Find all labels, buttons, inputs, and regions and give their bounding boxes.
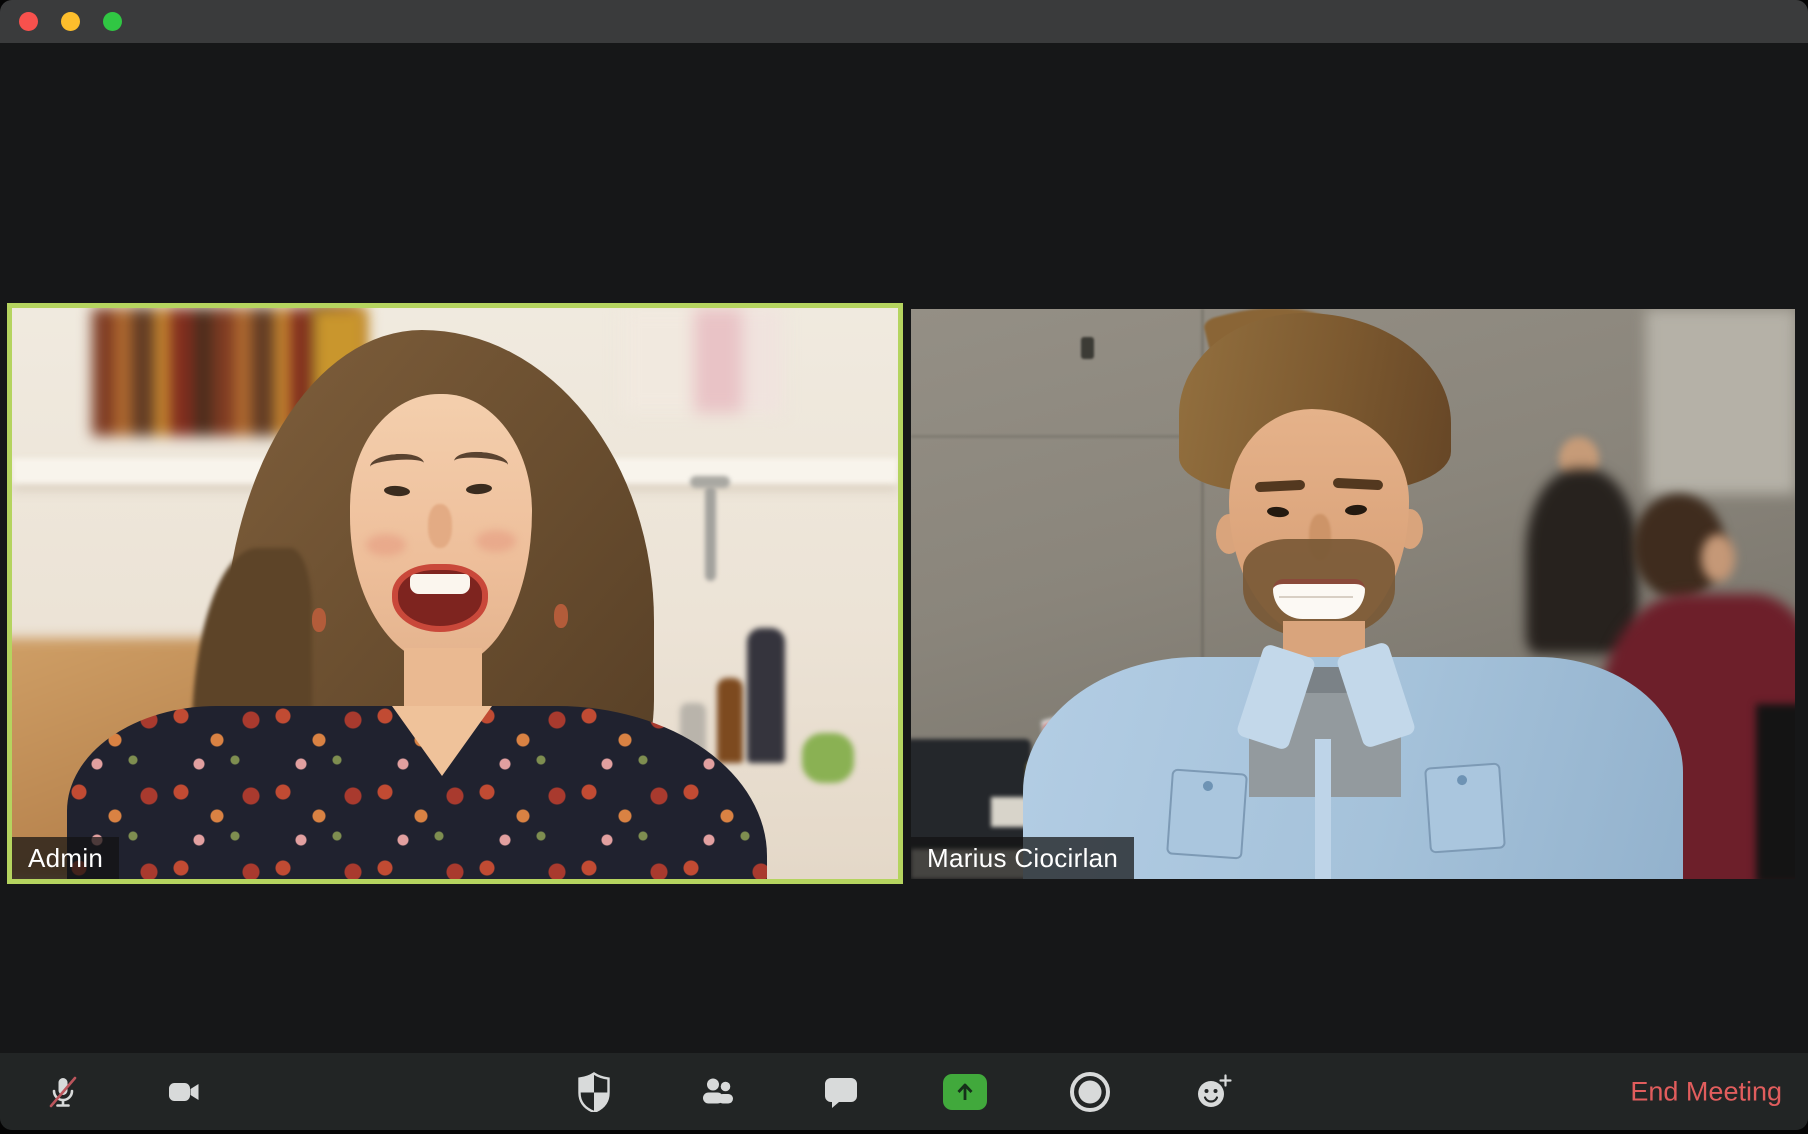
- video-camera-icon: [164, 1072, 204, 1112]
- video-tile-admin[interactable]: Admin: [7, 303, 903, 884]
- shirt-placket: [1315, 739, 1331, 879]
- record-circle-icon: [1068, 1070, 1112, 1114]
- earring: [554, 604, 568, 628]
- participant-name-label: Admin: [12, 837, 119, 879]
- teeth: [410, 574, 470, 594]
- dark-bottle: [747, 628, 785, 763]
- eye: [1267, 506, 1290, 518]
- pocket-button: [1203, 781, 1214, 792]
- microphone-muted-icon: [43, 1072, 83, 1112]
- eyebrow: [369, 452, 424, 478]
- faucet: [705, 486, 716, 581]
- participant-name-label: Marius Ciocirlan: [911, 837, 1134, 879]
- security-shield-icon: [574, 1072, 614, 1112]
- video-button[interactable]: [156, 1064, 212, 1120]
- smiley-plus-icon: [1194, 1072, 1234, 1112]
- record-button[interactable]: [1062, 1064, 1118, 1120]
- coworker-dark-shirt: [1526, 469, 1638, 654]
- shelf-boxes: [622, 308, 782, 413]
- blush: [366, 534, 406, 556]
- video-feed-marius: Marius Ciocirlan: [911, 309, 1795, 879]
- earring: [312, 608, 326, 632]
- man-face: [1229, 409, 1409, 639]
- smiling-mouth: [1273, 579, 1365, 619]
- eyebrow: [1333, 478, 1383, 491]
- titlebar[interactable]: [0, 0, 1808, 43]
- reactions-button[interactable]: [1186, 1064, 1242, 1120]
- share-screen-button[interactable]: [937, 1064, 993, 1120]
- chat-bubble-icon: [821, 1072, 861, 1112]
- far-wall: [1646, 309, 1795, 494]
- amber-bottle: [717, 678, 743, 763]
- wall-mark: [1081, 337, 1094, 359]
- video-feed-admin: Admin: [12, 308, 898, 879]
- zoom-window-button[interactable]: [103, 12, 122, 31]
- end-meeting-button[interactable]: End Meeting: [1620, 1070, 1792, 1113]
- eye: [384, 485, 411, 497]
- office-chair: [1756, 704, 1795, 879]
- shirt-pocket: [1166, 768, 1248, 859]
- participants-button[interactable]: [690, 1064, 746, 1120]
- eye: [1345, 504, 1368, 516]
- green-jar: [802, 733, 854, 783]
- teeth-line: [1279, 596, 1353, 598]
- pocket-button: [1457, 775, 1468, 786]
- mute-button[interactable]: [35, 1064, 91, 1120]
- security-button[interactable]: [566, 1064, 622, 1120]
- share-screen-up-arrow-icon: [943, 1074, 987, 1110]
- participants-icon: [698, 1072, 738, 1112]
- video-stage: Admin: [0, 43, 1808, 1053]
- laughing-mouth: [392, 564, 488, 632]
- eyebrow: [1255, 480, 1305, 493]
- participant-name: Admin: [28, 843, 103, 874]
- app-window: Admin: [0, 0, 1808, 1130]
- blush: [476, 530, 516, 552]
- minimize-window-button[interactable]: [61, 12, 80, 31]
- meeting-app-screen: Admin: [0, 0, 1808, 1134]
- meeting-toolbar: End Meeting: [0, 1053, 1808, 1130]
- nose: [428, 504, 452, 548]
- close-window-button[interactable]: [19, 12, 38, 31]
- participant-name: Marius Ciocirlan: [927, 843, 1118, 874]
- eye: [466, 483, 493, 495]
- faucet-spout: [690, 476, 730, 488]
- video-tile-marius[interactable]: Marius Ciocirlan: [911, 309, 1795, 879]
- chat-button[interactable]: [813, 1064, 869, 1120]
- shirt-pocket: [1424, 762, 1506, 853]
- coworker-face: [1701, 534, 1735, 582]
- eyebrow: [453, 450, 508, 476]
